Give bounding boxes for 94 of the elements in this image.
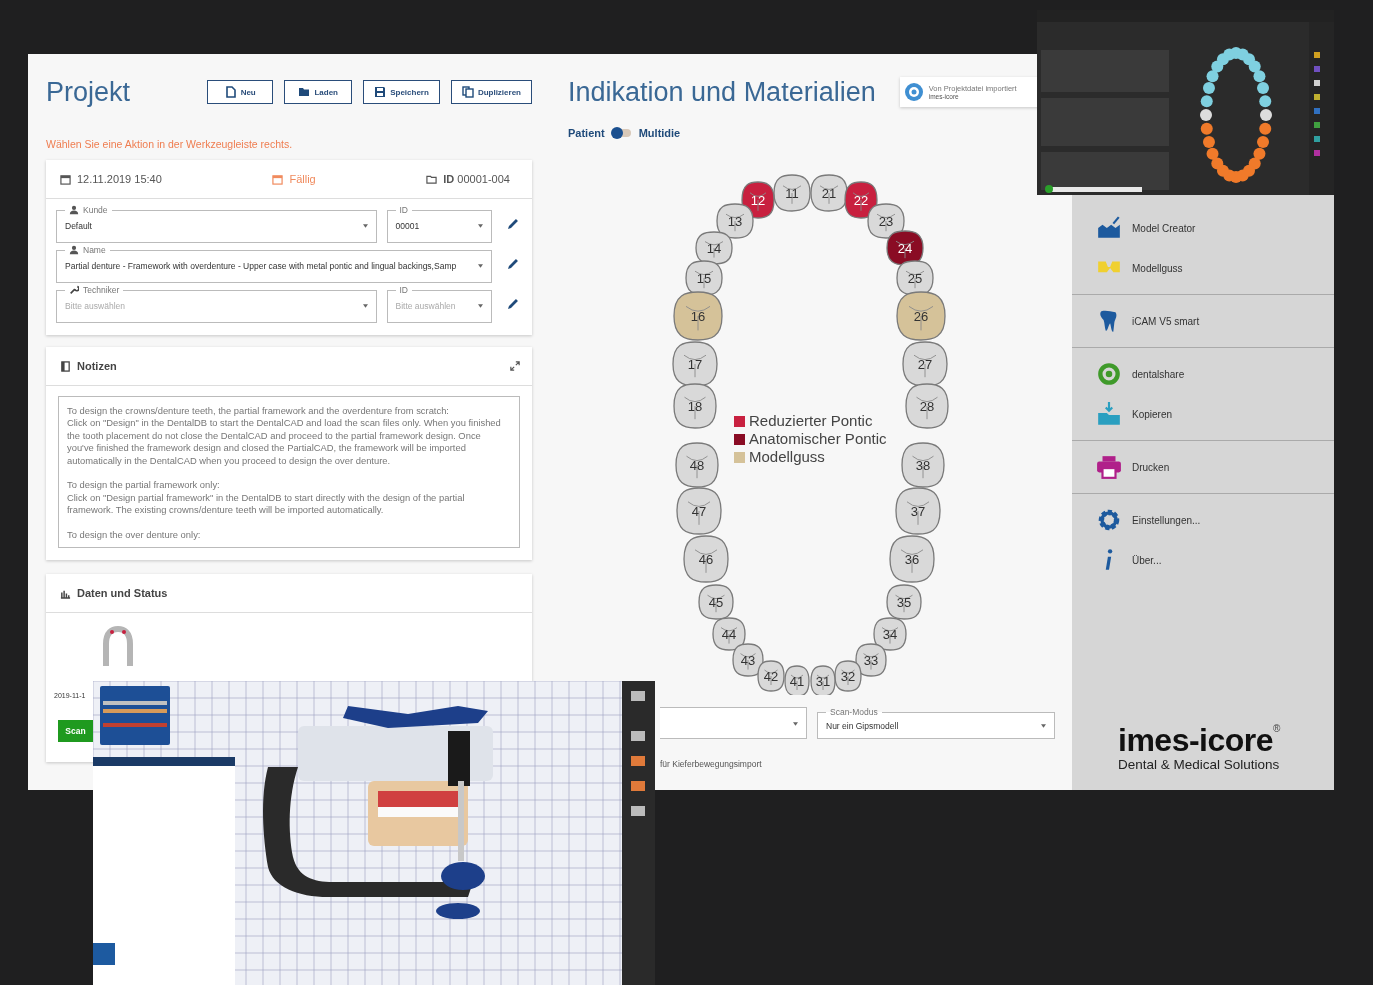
- sidebar-item[interactable]: Kopieren: [1072, 394, 1334, 434]
- person-icon: [69, 245, 79, 255]
- edit-icon[interactable]: [506, 297, 520, 311]
- dropdown-field[interactable]: ID Bitte auswählen: [386, 285, 493, 323]
- sidebar-item[interactable]: iCAM V5 smart: [1072, 301, 1334, 341]
- tooth[interactable]: 26: [896, 291, 946, 341]
- tooth[interactable]: 28: [905, 383, 949, 429]
- tooth[interactable]: 27: [902, 341, 948, 387]
- dropdown-field[interactable]: Name Partial denture - Framework with overdenture - Upper case with metal pontic and lingual backings,Samp: [56, 245, 493, 283]
- page-title: Projekt: [46, 76, 131, 108]
- tooth[interactable]: 47: [676, 487, 722, 535]
- tooth[interactable]: 17: [672, 341, 718, 387]
- sidebar-item[interactable]: Modellguss: [1072, 248, 1334, 288]
- toolbar-button[interactable]: Neu: [207, 80, 274, 104]
- mode-switch[interactable]: [612, 129, 631, 137]
- tooth[interactable]: 34: [873, 617, 907, 651]
- legend-label: Modellguss: [749, 448, 825, 465]
- hint-text: Wählen Sie eine Aktion in der Werkzeugleiste rechts.: [46, 138, 294, 150]
- section-title: Indikation und Materialien: [568, 76, 876, 108]
- caret-icon: [478, 304, 484, 308]
- legend-label: Anatomischer Pontic: [749, 430, 887, 447]
- project-id: ID 00001-004: [443, 173, 510, 185]
- save-icon: [374, 86, 387, 98]
- brand-logo: imes-icore: [1118, 723, 1274, 757]
- dropdown-field[interactable]: Kunde Default: [56, 205, 377, 243]
- folder-icon: [298, 86, 311, 98]
- tooth[interactable]: 22: [844, 181, 878, 219]
- patient-label: Patient: [568, 127, 605, 139]
- notes-textarea[interactable]: To design the crowns/denture teeth, the partial framework and the overdenture from scratch: Click on "Design" in the DentalDB to start the DentalCAD and load the scan files only. When you finished the tooth placement do not close the DentalCAD and proceed to the partial framework design. Once you've finished the framework design and closed the PartialCAD, the framework will be imported automatically in the DentalCAD when you proceed to design the over denture. To design the partial framework only: Click on "Design partial framework" in the DentalDB to start directly with the design of the partial framework. The existing crowns/denture teeth will be imported automatically. To design the over denture only:: [58, 396, 520, 549]
- tooth[interactable]: 43: [732, 643, 764, 677]
- dropdown-field[interactable]: Techniker Bitte auswählen: [56, 285, 377, 323]
- tooth[interactable]: 48: [675, 442, 719, 488]
- target-icon: [903, 82, 924, 102]
- tooth[interactable]: 32: [834, 660, 862, 692]
- tooth[interactable]: 38: [901, 442, 945, 488]
- person-icon: [69, 205, 79, 215]
- tooth[interactable]: 15: [685, 260, 723, 296]
- tooth[interactable]: 45: [698, 584, 734, 620]
- caret-icon: [793, 722, 798, 726]
- registered-mark: ®: [1273, 723, 1281, 734]
- tooth[interactable]: 36: [889, 535, 935, 583]
- notes-title: Notizen: [77, 360, 117, 372]
- sidebar-item[interactable]: Einstellungen...: [1072, 500, 1334, 540]
- tooth[interactable]: 35: [886, 584, 922, 620]
- edit-icon[interactable]: [506, 257, 520, 271]
- tooth[interactable]: 14: [695, 231, 733, 265]
- scan-mode-dropdown[interactable]: Scan-Modus Nur ein Gipsmodell: [817, 707, 1055, 739]
- tooth[interactable]: 42: [757, 660, 785, 692]
- created-date: 12.11.2019 15:40: [77, 173, 162, 185]
- tooth[interactable]: 46: [683, 535, 729, 583]
- sidebar-item[interactable]: Drucken: [1072, 447, 1334, 487]
- status-title: Daten und Status: [77, 587, 168, 600]
- tooth[interactable]: 13: [716, 203, 754, 239]
- tooth[interactable]: 24: [886, 230, 924, 266]
- tooth[interactable]: 21: [810, 174, 848, 212]
- caret-icon: [362, 304, 368, 308]
- motion-import-label: für Kieferbewegungsimport: [660, 759, 762, 769]
- scan-button[interactable]: Scan: [58, 720, 93, 743]
- expand-icon[interactable]: [510, 361, 520, 371]
- copy-icon: [461, 86, 474, 98]
- printer-icon: [1096, 454, 1122, 480]
- legend-label: Reduzierter Pontic: [749, 412, 873, 429]
- tooth[interactable]: 41: [784, 665, 810, 695]
- tooth[interactable]: 25: [896, 260, 934, 296]
- tooth[interactable]: 31: [810, 665, 836, 695]
- caret-icon: [478, 224, 484, 228]
- folder-icon: [426, 173, 438, 185]
- toolbar-button[interactable]: Laden: [284, 80, 353, 104]
- folder-download-icon: [1096, 401, 1122, 427]
- caret-icon: [1041, 723, 1046, 728]
- dropdown-field[interactable]: ID 00001: [386, 205, 493, 243]
- due-status: Fällig: [289, 173, 316, 185]
- sidebar-item[interactable]: Über...: [1072, 540, 1334, 580]
- caret-icon: [362, 224, 368, 228]
- calendar-icon: [272, 173, 284, 185]
- edit-icon[interactable]: [506, 217, 520, 231]
- settings-icon: [1096, 507, 1122, 533]
- sidebar-item[interactable]: dentalshare: [1072, 354, 1334, 394]
- calendar-icon: [60, 173, 71, 185]
- brand-tagline: Dental & Medical Solutions: [1118, 757, 1281, 772]
- tooth[interactable]: 11: [773, 174, 811, 212]
- notes-icon: [60, 360, 71, 372]
- toolbar-button[interactable]: Duplizieren: [450, 80, 532, 104]
- multidie-label: Multidie: [638, 127, 681, 139]
- tooth[interactable]: 16: [673, 291, 723, 341]
- model-creator-icon: [1096, 215, 1122, 241]
- file-icon: [224, 86, 237, 98]
- tooth[interactable]: 18: [673, 383, 717, 429]
- tooth[interactable]: 37: [895, 487, 941, 535]
- tooth[interactable]: 44: [712, 617, 746, 651]
- dropdown-field[interactable]: [660, 707, 807, 739]
- sidebar-item[interactable]: Model Creator: [1072, 208, 1334, 248]
- caret-icon: [478, 264, 484, 268]
- toolbar-button[interactable]: Speichern: [363, 80, 440, 104]
